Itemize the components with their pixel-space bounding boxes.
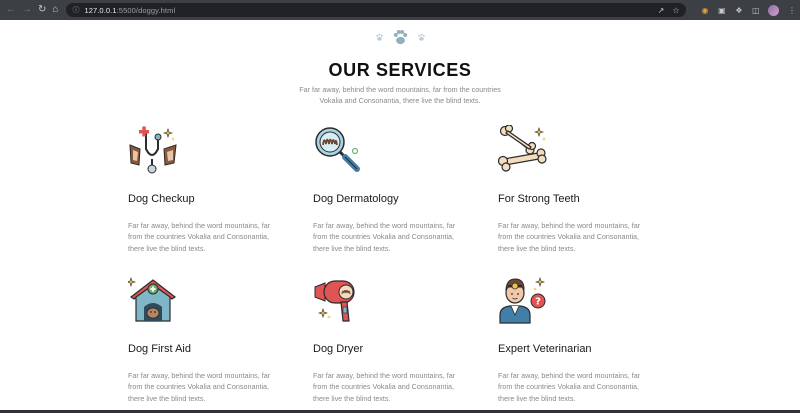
page-title: OUR SERVICES	[328, 60, 472, 80]
color-extension-icon[interactable]: ◉	[700, 6, 709, 15]
info-icon[interactable]: ⓘ	[72, 7, 79, 14]
share-icon[interactable]: ↗	[656, 6, 665, 15]
forward-icon[interactable]: →	[22, 4, 32, 16]
hair-dryer-icon	[314, 280, 355, 322]
service-description: Far far away, behind the word mountains,…	[128, 371, 271, 403]
service-description: Far far away, behind the word mountains,…	[313, 221, 456, 253]
bookmark-star-icon[interactable]: ☆	[671, 6, 680, 15]
profile-avatar[interactable]	[768, 4, 780, 16]
extensions-puzzle-icon[interactable]: ❖	[734, 6, 743, 15]
service-title: For Strong Teeth	[498, 193, 580, 205]
service-title: Dog Dermatology	[313, 193, 399, 205]
services-section: OUR SERVICES Far far away, behind the wo…	[0, 20, 800, 413]
reader-extension-icon[interactable]: ▣	[717, 6, 726, 15]
paw-small-right-icon	[417, 33, 425, 41]
side-panel-icon[interactable]: ◫	[751, 6, 760, 15]
service-description: Far far away, behind the word mountains,…	[498, 221, 641, 253]
service-description: Far far away, behind the word mountains,…	[128, 221, 271, 253]
service-description: Far far away, behind the word mountains,…	[498, 371, 641, 403]
back-icon[interactable]: ←	[6, 4, 16, 16]
doghouse-first-aid-icon	[128, 277, 177, 322]
address-bar[interactable]: ⓘ 127.0.0.1:5500/doggy.html ↗ ☆	[66, 3, 687, 17]
address-url: 127.0.0.1:5500/doggy.html	[84, 5, 176, 15]
service-description: Far far away, behind the word mountains,…	[313, 371, 456, 403]
svg-text:?: ?	[535, 297, 541, 308]
stethoscope-dog-icon	[129, 126, 177, 174]
service-title: Dog First Aid	[128, 343, 191, 355]
menu-kebab-icon[interactable]: ⋮	[787, 6, 796, 15]
service-title: Dog Checkup	[128, 193, 195, 205]
service-title: Expert Veterinarian	[498, 343, 592, 355]
section-subtitle: Far far away, behind the word mountains,…	[299, 85, 501, 105]
bone-icon	[498, 125, 547, 172]
service-title: Dog Dryer	[313, 343, 364, 355]
reload-icon[interactable]: ↻	[38, 4, 46, 16]
paw-small-left-icon	[375, 33, 383, 41]
magnifier-fur-icon	[315, 127, 360, 172]
veterinarian-icon: ?	[499, 277, 546, 324]
paw-decoration	[0, 29, 800, 46]
browser-toolbar: ← → ↻ ⌂ ⓘ 127.0.0.1:5500/doggy.html ↗ ☆ …	[0, 0, 800, 20]
home-icon[interactable]: ⌂	[52, 4, 58, 16]
paw-large-icon	[393, 30, 407, 45]
